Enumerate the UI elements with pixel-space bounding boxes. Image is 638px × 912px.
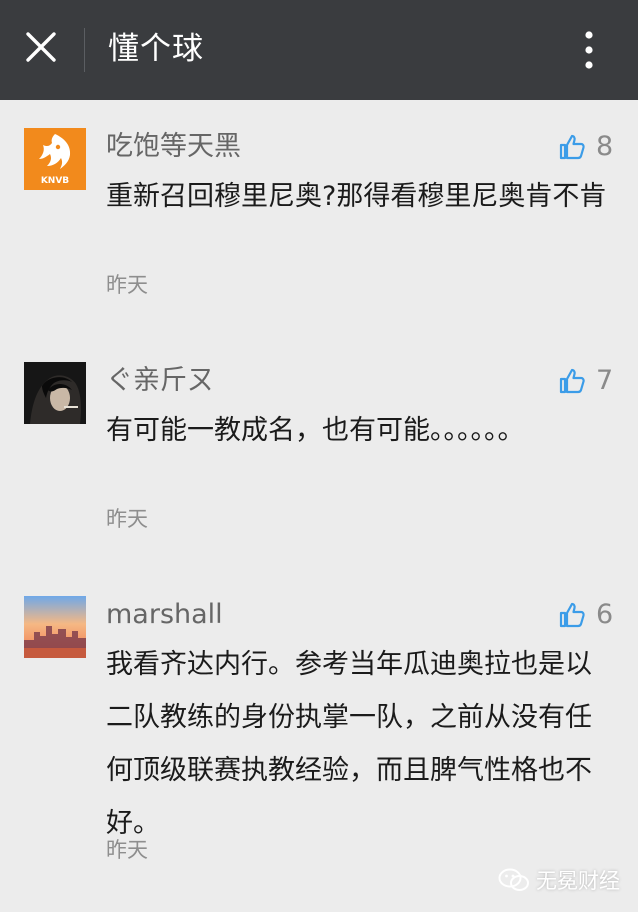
comment-username[interactable]: ぐ亲斤ㄡ [106,364,214,398]
avatar[interactable] [24,596,86,658]
like-count: 8 [596,131,614,162]
like-button[interactable]: 6 [558,598,613,632]
thumbs-up-icon [559,134,585,160]
thumbs-up-icon [559,368,585,394]
comment-time: 昨天 [106,507,148,531]
watermark-text: 无冕财经 [536,869,620,893]
comment-time: 昨天 [106,273,148,297]
watermark: 无冕财经 [498,864,620,896]
close-icon[interactable] [24,30,58,64]
thumbs-up-icon [559,602,585,628]
comment-username[interactable]: 吃饱等天黑 [106,130,241,164]
like-button[interactable]: 7 [558,364,613,398]
knvb-lion-logo-icon: KNVB [24,128,86,190]
comment-time: 昨天 [106,838,148,862]
comment-username[interactable]: marshall [106,598,223,632]
wechat-logo-icon [498,868,529,891]
avatar[interactable]: KNVB [24,128,86,190]
comment-text: 有可能一教成名，也有可能。。。。。。 [106,415,525,446]
more-options-icon[interactable] [574,28,604,72]
top-bar: 懂个球 [0,0,638,100]
avatar[interactable] [24,362,86,424]
like-button[interactable]: 8 [558,130,613,164]
page-title: 懂个球 [108,31,204,67]
avatar-label: KNVB [41,176,69,186]
like-count: 6 [596,599,614,630]
portrait-photo-icon [24,362,86,424]
like-count: 7 [596,365,614,396]
header-divider [84,28,85,72]
sunset-photo-icon [24,596,86,658]
comment-text: 重新召回穆里尼奥?那得看穆里尼奥肯不肯 [106,181,607,212]
comment-text: 我看齐达内行。参考当年瓜迪奥拉也是以二队教练的身份执掌一队，之前从没有任何顶级联… [106,649,592,839]
